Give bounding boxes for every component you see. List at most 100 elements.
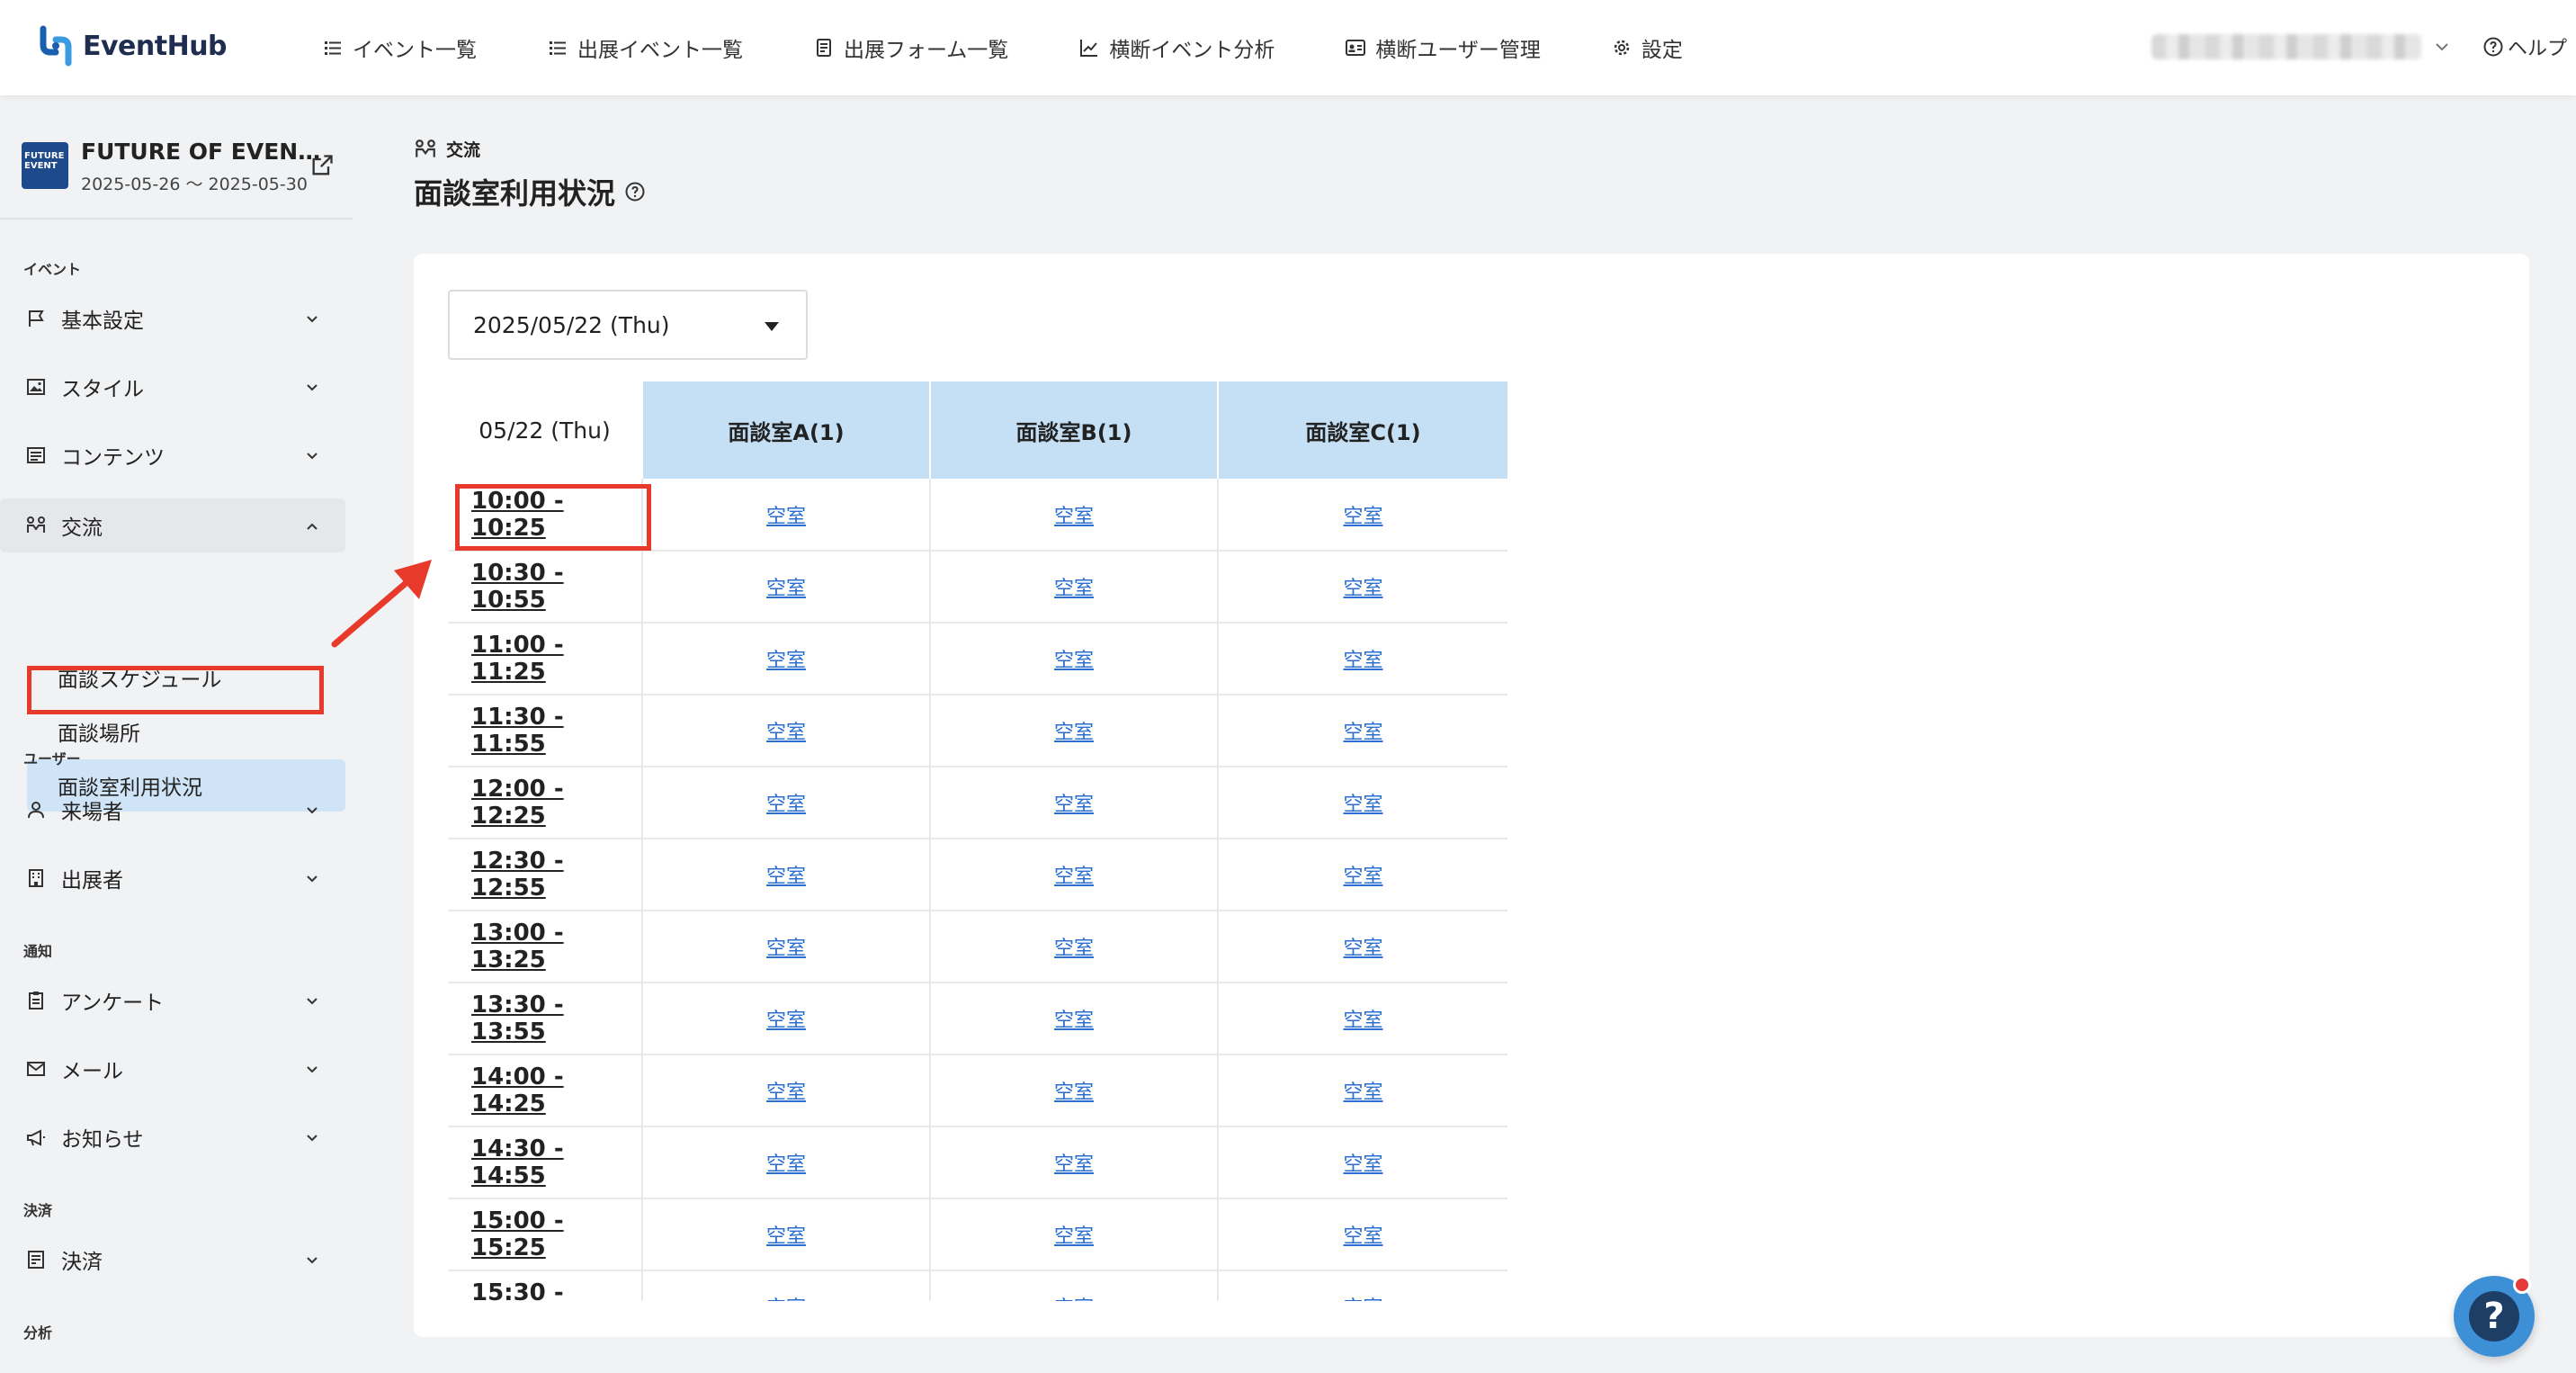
event-name: FUTURE OF EVEN… bbox=[81, 139, 321, 165]
room-c-vacancy-link[interactable]: 空室 bbox=[1217, 839, 1507, 911]
question-circle-icon[interactable] bbox=[624, 181, 646, 202]
time-slot-link[interactable]: 12:00 - 12:25 bbox=[448, 767, 642, 839]
content-list-icon bbox=[27, 447, 45, 463]
room-b-vacancy-link[interactable]: 空室 bbox=[929, 983, 1218, 1055]
room-b-vacancy-link[interactable]: 空室 bbox=[929, 623, 1218, 695]
nav-exhibit-form-list[interactable]: 出展フォーム一覧 bbox=[813, 32, 1008, 63]
room-c-vacancy-link[interactable]: 空室 bbox=[1217, 623, 1507, 695]
room-c-vacancy-link[interactable]: 空室 bbox=[1217, 911, 1507, 983]
sidebar-item-label: 決済 bbox=[61, 1251, 103, 1274]
section-event: イベント bbox=[23, 261, 82, 278]
room-c-vacancy-link[interactable]: 空室 bbox=[1217, 1198, 1507, 1271]
time-slot-link[interactable]: 13:30 - 13:55 bbox=[448, 983, 642, 1055]
room-header-c: 面談室C(1) bbox=[1217, 381, 1507, 479]
room-b-vacancy-link[interactable]: 空室 bbox=[929, 1054, 1218, 1127]
event-thumbnail: FUTURE EVENT bbox=[22, 142, 68, 189]
sidebar-item-contents[interactable]: コンテンツ bbox=[0, 428, 345, 482]
page-title-text: 面談室利用状況 bbox=[414, 176, 616, 211]
chevron-up-icon bbox=[307, 523, 318, 530]
question-circle-icon bbox=[2483, 37, 2503, 57]
room-a-vacancy-link[interactable]: 空室 bbox=[641, 479, 930, 552]
handshake-icon bbox=[416, 139, 435, 157]
external-link-icon[interactable] bbox=[309, 153, 335, 178]
room-c-vacancy-link[interactable]: 空室 bbox=[1217, 1126, 1507, 1199]
room-b-vacancy-link[interactable]: 空室 bbox=[929, 695, 1218, 767]
eventhub-logo[interactable]: EventHub bbox=[36, 25, 228, 67]
room-a-vacancy-link[interactable]: 空室 bbox=[641, 839, 930, 911]
sidebar-item-survey[interactable]: アンケート bbox=[0, 974, 345, 1028]
room-a-vacancy-link[interactable]: 空室 bbox=[641, 1054, 930, 1127]
document-icon bbox=[817, 39, 831, 57]
sidebar-item-exchange[interactable]: 交流 bbox=[0, 498, 345, 552]
person-icon bbox=[28, 802, 44, 819]
room-c-vacancy-link[interactable]: 空室 bbox=[1217, 551, 1507, 624]
sidebar-item-exhibitor[interactable]: 出展者 bbox=[0, 851, 345, 905]
time-slot-link[interactable]: 11:30 - 11:55 bbox=[448, 695, 642, 767]
room-a-vacancy-link[interactable]: 空室 bbox=[641, 1198, 930, 1271]
sidebar-item-payment[interactable]: 決済 bbox=[0, 1233, 345, 1287]
nav-label: 横断ユーザー管理 bbox=[1375, 39, 1541, 62]
breadcrumb-label: 交流 bbox=[446, 140, 481, 160]
room-b-vacancy-link[interactable]: 空室 bbox=[929, 1270, 1218, 1301]
time-slot-link[interactable]: 12:30 - 12:55 bbox=[448, 839, 642, 911]
sidebar-item-mail[interactable]: メール bbox=[0, 1042, 345, 1096]
room-c-vacancy-link[interactable]: 空室 bbox=[1217, 767, 1507, 839]
table-row: 13:30 - 13:55 空室 空室 空室 bbox=[448, 983, 1507, 1055]
time-slot-link[interactable]: 14:30 - 14:55 bbox=[448, 1126, 642, 1199]
chevron-down-icon bbox=[307, 998, 318, 1005]
sidebar-item-basic-settings[interactable]: 基本設定 bbox=[0, 292, 345, 345]
help-link[interactable]: ヘルプ bbox=[2482, 32, 2567, 61]
help-label: ヘルプ bbox=[2508, 38, 2568, 60]
room-b-vacancy-link[interactable]: 空室 bbox=[929, 551, 1218, 624]
table-row: 11:30 - 11:55 空室 空室 空室 bbox=[448, 695, 1507, 767]
room-b-vacancy-link[interactable]: 空室 bbox=[929, 767, 1218, 839]
current-event-card: FUTURE EVENT FUTURE OF EVEN… 2025-05-26 … bbox=[22, 135, 345, 207]
time-slot-link[interactable]: 14:00 - 14:25 bbox=[448, 1054, 642, 1127]
time-slot-link[interactable]: 15:30 - 15:55 bbox=[448, 1270, 642, 1301]
sidebar-item-visitor[interactable]: 来場者 bbox=[0, 783, 345, 837]
nav-cross-event-analysis[interactable]: 横断イベント分析 bbox=[1078, 32, 1275, 63]
room-b-vacancy-link[interactable]: 空室 bbox=[929, 479, 1218, 552]
time-slot-link[interactable]: 11:00 - 11:25 bbox=[448, 623, 642, 695]
room-a-vacancy-link[interactable]: 空室 bbox=[641, 623, 930, 695]
room-b-vacancy-link[interactable]: 空室 bbox=[929, 1198, 1218, 1271]
page-title: 面談室利用状況 bbox=[414, 171, 646, 212]
room-c-vacancy-link[interactable]: 空室 bbox=[1217, 983, 1507, 1055]
room-b-vacancy-link[interactable]: 空室 bbox=[929, 839, 1218, 911]
room-a-vacancy-link[interactable]: 空室 bbox=[641, 1270, 930, 1301]
room-a-vacancy-link[interactable]: 空室 bbox=[641, 551, 930, 624]
table-row: 12:00 - 12:25 空室 空室 空室 bbox=[448, 767, 1507, 839]
logo-text: EventHub bbox=[83, 30, 228, 62]
nav-exhibit-event-list[interactable]: 出展イベント一覧 bbox=[547, 32, 743, 63]
room-a-vacancy-link[interactable]: 空室 bbox=[641, 695, 930, 767]
room-a-vacancy-link[interactable]: 空室 bbox=[641, 767, 930, 839]
user-account-select[interactable] bbox=[2151, 34, 2450, 59]
nav-event-list[interactable]: イベント一覧 bbox=[322, 32, 477, 63]
chevron-down-icon bbox=[307, 807, 318, 814]
room-c-vacancy-link[interactable]: 空室 bbox=[1217, 1054, 1507, 1127]
time-slot-link[interactable]: 15:00 - 15:25 bbox=[448, 1198, 642, 1271]
nav-settings[interactable]: 設定 bbox=[1611, 32, 1683, 63]
room-a-vacancy-link[interactable]: 空室 bbox=[641, 983, 930, 1055]
sidebar-item-label: メール bbox=[61, 1060, 123, 1083]
question-mark-icon: ? bbox=[2469, 1291, 2519, 1342]
time-slot-link[interactable]: 13:00 - 13:25 bbox=[448, 911, 642, 983]
usage-card: 2025/05/22 (Thu) 05/22 (Thu) 面談室A(1) 面談室… bbox=[414, 254, 2529, 1337]
chevron-down-icon bbox=[307, 875, 318, 883]
room-a-vacancy-link[interactable]: 空室 bbox=[641, 911, 930, 983]
time-slot-link[interactable]: 10:30 - 10:55 bbox=[448, 551, 642, 624]
room-b-vacancy-link[interactable]: 空室 bbox=[929, 911, 1218, 983]
image-icon bbox=[27, 379, 45, 395]
room-c-vacancy-link[interactable]: 空室 bbox=[1217, 695, 1507, 767]
sidebar-item-style[interactable]: スタイル bbox=[0, 360, 345, 414]
nav-cross-user-management[interactable]: 横断ユーザー管理 bbox=[1345, 32, 1541, 63]
room-a-vacancy-link[interactable]: 空室 bbox=[641, 1126, 930, 1199]
room-b-vacancy-link[interactable]: 空室 bbox=[929, 1126, 1218, 1199]
sidebar-item-label: 出展者 bbox=[61, 869, 123, 893]
sidebar-item-label: お知らせ bbox=[61, 1128, 144, 1152]
date-select[interactable]: 2025/05/22 (Thu) bbox=[448, 290, 808, 360]
room-c-vacancy-link[interactable]: 空室 bbox=[1217, 479, 1507, 552]
sidebar-subitem-label: 面談場所 bbox=[58, 722, 140, 746]
room-c-vacancy-link[interactable]: 空室 bbox=[1217, 1270, 1507, 1301]
sidebar-item-news[interactable]: お知らせ bbox=[0, 1110, 345, 1164]
